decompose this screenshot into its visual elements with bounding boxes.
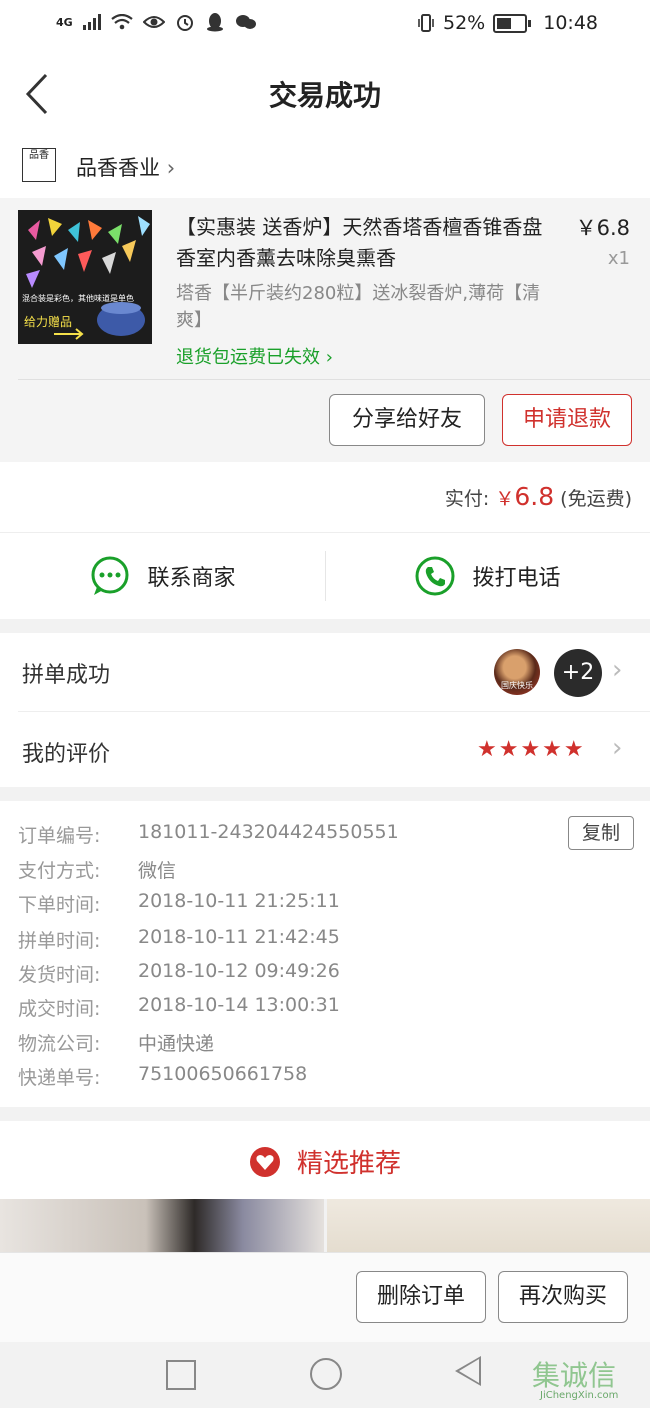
nav-bar: 交易成功 [0, 52, 650, 132]
divider [18, 379, 650, 380]
group-success-label: 拼单成功 [22, 663, 111, 688]
refund-shipping-link[interactable]: 退货包运费已失效 › [176, 343, 333, 369]
clock: 10:48 [543, 12, 598, 34]
shipping-note: (免运费) [560, 488, 632, 510]
product-title[interactable]: 【实惠装 送香炉】天然香塔香檀香锥香盘香室内香薰去味除臭熏香 [176, 212, 556, 274]
bottom-action-bar: 删除订单 再次购买 [0, 1252, 650, 1343]
product-image[interactable]: 混合装是彩色，其他味道是单色 给力赠品 [18, 210, 152, 344]
refund-note: 退货包运费已失效 [176, 347, 320, 368]
deal-time-label: 成交时间: [18, 998, 101, 1020]
rating-stars-icon[interactable]: ★★★★★ [477, 737, 586, 762]
recents-icon[interactable] [166, 1360, 196, 1390]
shop-logo: 品香 [22, 148, 56, 182]
order-time-label: 下单时间: [18, 894, 101, 916]
paid-label: 实付: [444, 488, 490, 510]
network-indicator: 4G [56, 15, 73, 29]
recommended-product-image[interactable] [0, 1199, 324, 1259]
group-time-label: 拼单时间: [18, 930, 101, 952]
chat-bubble-icon [91, 556, 129, 595]
share-button[interactable]: 分享给好友 [329, 394, 485, 446]
ship-time-value: 2018-10-12 09:49:26 [138, 960, 340, 982]
recommend-header: 精选推荐 [0, 1121, 650, 1199]
my-review-label: 我的评价 [22, 742, 111, 767]
system-nav-bar: 集诚信 JiChengXin.com [0, 1342, 650, 1408]
signal-icon [82, 14, 101, 30]
extra-members-badge[interactable]: +2 [554, 649, 602, 697]
qq-icon [206, 13, 223, 32]
contact-row: 联系商家 拨打电话 [0, 533, 650, 619]
eye-icon [142, 16, 165, 28]
order-number-label: 订单编号: [18, 825, 101, 847]
contact-merchant-button[interactable]: 联系商家 [0, 533, 325, 619]
payment-method-value: 微信 [138, 860, 177, 882]
avatar-caption: 国庆快乐 [501, 681, 533, 690]
call-phone-label: 拨打电话 [472, 566, 561, 591]
image-caption-1: 混合装是彩色，其他味道是单色 [22, 293, 134, 303]
payment-method-label: 支付方式: [18, 860, 101, 882]
back-icon-inner [459, 1359, 479, 1383]
shop-name: 品香香业 [76, 156, 160, 180]
payment-summary: 实付: ￥6.8 (免运费) [0, 462, 650, 533]
logistics-label: 物流公司: [18, 1033, 101, 1055]
divider [18, 711, 650, 712]
paid-currency: ￥ [495, 488, 515, 510]
watermark-url: JiChengXin.com [540, 1390, 619, 1401]
product-spec: 塔香【半斤装约280粒】送冰裂香炉,薄荷【清爽】 [176, 283, 541, 331]
deal-time-value: 2018-10-14 13:00:31 [138, 994, 340, 1016]
wechat-icon [235, 15, 256, 29]
order-time-value: 2018-10-11 21:25:11 [138, 890, 340, 912]
vibrate-icon [418, 14, 434, 32]
status-icons-right: 52% 10:48 [417, 12, 598, 34]
battery-percent: 52% [443, 12, 486, 34]
shop-name-wrap: 品香香业 › [76, 152, 175, 182]
phone-icon [415, 556, 455, 596]
delete-order-button[interactable]: 删除订单 [356, 1271, 486, 1323]
shop-logo-text: 品香 [29, 150, 49, 161]
rebuy-button[interactable]: 再次购买 [498, 1271, 628, 1323]
shop-row[interactable]: 品香 品香香业 › [0, 132, 650, 198]
wifi-icon [111, 14, 133, 30]
refund-button[interactable]: 申请退款 [502, 394, 632, 446]
call-phone-button[interactable]: 拨打电话 [325, 533, 650, 619]
incense-cones-picture: 混合装是彩色，其他味道是单色 给力赠品 [18, 210, 152, 344]
chevron-right-icon[interactable]: › [612, 733, 622, 763]
alarm-icon [176, 15, 193, 31]
chevron-right-icon: › [166, 156, 176, 180]
image-caption-2: 给力赠品 [24, 315, 72, 329]
status-bar: 4G 52% 10:48 [0, 0, 650, 52]
payment-text: 实付: ￥6.8 (免运费) [445, 482, 632, 511]
group-time-value: 2018-10-11 21:42:45 [138, 926, 340, 948]
order-number-value: 181011-243204424550551 [138, 821, 399, 843]
copy-button[interactable]: 复制 [568, 816, 634, 850]
chevron-right-icon[interactable]: › [612, 655, 622, 685]
tracking-number-value: 75100650661758 [138, 1063, 308, 1085]
order-info: 订单编号: 181011-243204424550551 复制 支付方式: 微信… [0, 801, 650, 1107]
home-icon[interactable] [310, 1358, 342, 1390]
status-icons-left: 4G [56, 12, 257, 32]
page-title: 交易成功 [268, 79, 381, 112]
recommend-title: 精选推荐 [296, 1149, 401, 1179]
watermark-logo: 集诚信 [532, 1359, 617, 1392]
group-and-rating-card: 拼单成功 国庆快乐 +2 › 我的评价 ★★★★★ › [0, 633, 650, 787]
product-price: ￥6.8 [575, 216, 630, 240]
ship-time-label: 发货时间: [18, 964, 101, 986]
chevron-right-green-icon: › [320, 347, 333, 368]
tracking-number-label: 快递单号: [18, 1067, 101, 1089]
logistics-value: 中通快递 [138, 1033, 215, 1055]
heart-icon [249, 1146, 280, 1177]
recommended-product-image[interactable] [327, 1199, 650, 1259]
avatar[interactable]: 国庆快乐 [494, 649, 540, 695]
product-qty: x1 [607, 248, 630, 269]
battery-icon [493, 13, 532, 33]
contact-merchant-label: 联系商家 [147, 566, 236, 591]
paid-amount: 6.8 [514, 482, 555, 511]
product-card: 混合装是彩色，其他味道是单色 给力赠品 【实惠装 送香炉】天然香塔香檀香锥香盘香… [0, 198, 650, 462]
recommend-title-wrap: 精选推荐 [0, 1143, 650, 1180]
